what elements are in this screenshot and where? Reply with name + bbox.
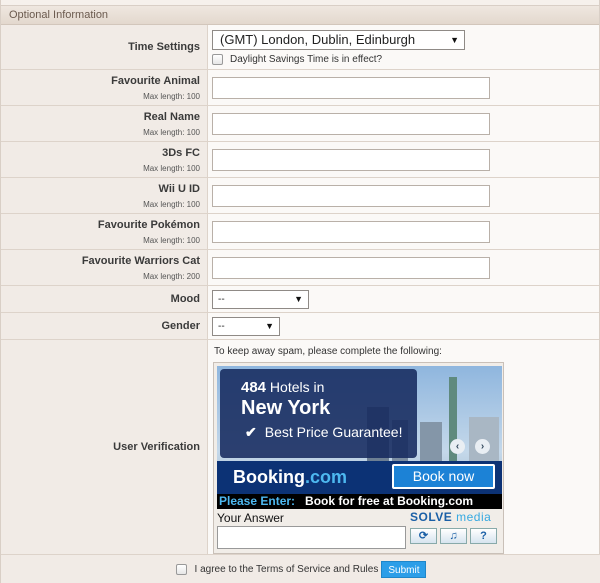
dropdown-arrow-icon: ▼	[265, 320, 274, 331]
submit-button[interactable]: Submit	[381, 560, 427, 578]
mood-row: Mood -- ▼	[1, 286, 599, 313]
gender-row: Gender -- ▼	[1, 313, 599, 340]
max-length-note: Max length: 100	[143, 91, 200, 101]
favourite-animal-input[interactable]	[212, 76, 490, 99]
captcha-phrase-bar: Please Enter: Book for free at Booking.co…	[217, 494, 502, 509]
mood-value: --	[218, 293, 225, 305]
real-name-input[interactable]	[212, 112, 490, 135]
gender-select[interactable]: -- ▼	[212, 316, 280, 336]
hotel-count: 484	[241, 379, 267, 396]
timezone-select[interactable]: (GMT) London, Dublin, Edinburgh ▼	[212, 29, 465, 50]
3ds-fc-input[interactable]	[212, 148, 490, 171]
field-row-favourite-warriors-cat: Favourite Warriors Cat Max length: 200	[1, 250, 599, 286]
field-row-3ds-fc: 3Ds FC Max length: 100	[1, 142, 599, 178]
dst-checkbox[interactable]	[212, 53, 223, 65]
next-arrow-icon[interactable]: ›	[475, 439, 490, 454]
favourite-warriors-cat-input[interactable]	[212, 256, 490, 279]
please-enter-label: Please Enter:	[219, 494, 296, 508]
field-label: Wii U ID	[158, 182, 200, 195]
timezone-value: (GMT) London, Dublin, Edinburgh	[220, 31, 416, 47]
dropdown-arrow-icon: ▼	[450, 34, 459, 45]
agree-label: I agree to the Terms of Service and Rule…	[194, 563, 379, 575]
dropdown-arrow-icon: ▼	[294, 293, 303, 304]
prev-arrow-icon[interactable]: ‹	[450, 439, 465, 454]
booking-logo: Booking.com	[233, 467, 347, 488]
mood-label: Mood	[170, 293, 200, 305]
refresh-icon[interactable]: ⟳	[410, 528, 437, 544]
book-now-button[interactable]: Book now	[392, 464, 495, 489]
guarantee-text: Best Price Guarantee!	[264, 424, 403, 440]
user-verification-row: User Verification To keep away spam, ple…	[1, 340, 599, 554]
city-name: New York	[241, 397, 331, 419]
max-length-note: Max length: 100	[143, 235, 200, 245]
field-label: 3Ds FC	[162, 146, 200, 159]
optional-info-form: Optional Information Time Settings (GMT)…	[0, 0, 600, 583]
captcha-widget: 484 Hotels in New York ✔ Best Price Guara…	[213, 362, 504, 554]
favourite-pokemon-input[interactable]	[212, 220, 490, 243]
field-row-favourite-animal: Favourite Animal Max length: 100	[1, 70, 599, 106]
help-icon[interactable]: ?	[470, 528, 497, 544]
booking-band: Booking.com Book now	[217, 461, 502, 495]
user-verification-label: User Verification	[113, 441, 200, 453]
mood-select[interactable]: -- ▼	[212, 289, 309, 309]
wii-u-id-input[interactable]	[212, 184, 490, 207]
skyline-building	[420, 422, 442, 462]
max-length-note: Max length: 100	[143, 199, 200, 209]
dst-label: Daylight Savings Time is in effect?	[230, 53, 383, 65]
max-length-note: Max length: 200	[143, 271, 200, 281]
solve-media-logo: SOLVE media	[410, 510, 500, 524]
your-answer-label: Your Answer	[217, 511, 284, 525]
ad-headline-panel: 484 Hotels in New York ✔ Best Price Guara…	[220, 369, 417, 458]
section-header: Optional Information	[1, 6, 599, 25]
field-row-wii-u-id: Wii U ID Max length: 100	[1, 178, 599, 214]
time-settings-label: Time Settings	[128, 41, 200, 53]
solve-media-text: media	[456, 510, 492, 524]
hotels-in-text: Hotels in	[269, 379, 325, 395]
captcha-answer-input[interactable]	[217, 526, 406, 549]
field-row-favourite-pokemon: Favourite Pokémon Max length: 100	[1, 214, 599, 250]
max-length-note: Max length: 100	[143, 163, 200, 173]
captcha-instructions: To keep away spam, please complete the f…	[214, 346, 442, 357]
form-footer: I agree to the Terms of Service and Rule…	[1, 554, 600, 583]
gender-value: --	[218, 320, 225, 332]
field-label: Favourite Warriors Cat	[81, 254, 200, 267]
checkmark-icon: ✔	[245, 424, 257, 440]
field-label: Favourite Pokémon	[97, 218, 200, 231]
time-settings-row: Time Settings (GMT) London, Dublin, Edin…	[1, 25, 599, 70]
logo-main: Booking	[233, 467, 305, 487]
field-label: Favourite Animal	[111, 74, 200, 87]
max-length-note: Max length: 100	[143, 127, 200, 137]
captcha-ad-image[interactable]: 484 Hotels in New York ✔ Best Price Guara…	[217, 366, 502, 509]
solve-brand: SOLVE	[410, 510, 453, 524]
field-label: Real Name	[143, 110, 200, 123]
audio-icon[interactable]: ♫	[440, 528, 467, 544]
field-row-real-name: Real Name Max length: 100	[1, 106, 599, 142]
captcha-phrase: Book for free at Booking.com	[305, 494, 474, 508]
agree-checkbox[interactable]	[175, 563, 187, 575]
logo-dot-com: .com	[305, 467, 348, 487]
gender-label: Gender	[161, 320, 200, 332]
